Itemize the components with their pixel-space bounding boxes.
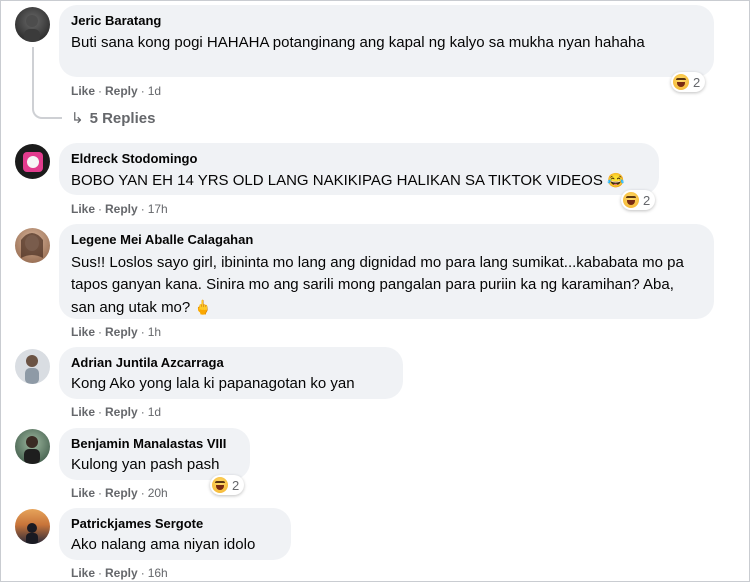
avatar-image — [25, 355, 39, 384]
haha-reaction-icon — [673, 74, 689, 90]
thread-connector — [32, 47, 62, 119]
reaction-count-badge[interactable]: 2 — [621, 190, 656, 210]
reply-link[interactable]: Reply — [105, 202, 138, 216]
reply-link[interactable]: Reply — [105, 405, 138, 419]
comment-author[interactable]: Adrian Juntila Azcarraga — [71, 355, 391, 371]
comment-time[interactable]: 1d — [148, 405, 161, 419]
comment-bubble: Benjamin Manalastas VIII Kulong yan pash… — [59, 428, 250, 480]
comment-text: Kulong yan pash pash — [71, 456, 220, 473]
comment-bubble: Eldreck Stodomingo BOBO YAN EH 14 YRS OL… — [59, 143, 659, 195]
comment-bubble: Adrian Juntila Azcarraga Kong Ako yong l… — [59, 347, 403, 399]
comment-author[interactable]: Patrickjames Sergote — [71, 516, 279, 532]
comment-time[interactable]: 16h — [148, 566, 168, 580]
like-link[interactable]: Like — [71, 84, 95, 98]
avatar-image — [26, 523, 38, 544]
like-link[interactable]: Like — [71, 486, 95, 500]
comment-text: Buti sana kong pogi HAHAHA potanginang a… — [71, 34, 645, 51]
comment-time[interactable]: 17h — [148, 202, 168, 216]
reply-link[interactable]: Reply — [105, 566, 138, 580]
like-link[interactable]: Like — [71, 566, 95, 580]
tears-of-joy-emoji: 😂 — [607, 172, 625, 188]
avatar[interactable] — [15, 228, 50, 263]
avatar[interactable] — [15, 7, 50, 42]
comment-actions: Like · Reply · 17h — [71, 202, 168, 216]
reaction-count: 2 — [643, 192, 651, 208]
comment-text-body: BOBO YAN EH 14 YRS OLD LANG NAKIKIPAG HA… — [71, 172, 603, 189]
like-link[interactable]: Like — [71, 325, 95, 339]
reply-link[interactable]: Reply — [105, 486, 138, 500]
comment-actions: Like · Reply · 16h — [71, 566, 168, 580]
comment-author[interactable]: Legene Mei Aballe Calagahan — [71, 232, 702, 248]
comment-text: BOBO YAN EH 14 YRS OLD LANG NAKIKIPAG HA… — [71, 170, 647, 191]
comment-bubble: Patrickjames Sergote Ako nalang ama niya… — [59, 508, 291, 560]
view-replies-link[interactable]: ↳ 5 Replies — [71, 109, 155, 127]
comment-author[interactable]: Eldreck Stodomingo — [71, 151, 647, 167]
avatar[interactable] — [15, 144, 50, 179]
haha-reaction-icon — [623, 192, 639, 208]
comment-text: Kong Ako yong lala ki papanagotan ko yan — [71, 375, 355, 392]
middle-finger-emoji: 🖕 — [194, 299, 212, 315]
reply-link[interactable]: Reply — [105, 84, 138, 98]
replies-label: 5 Replies — [89, 110, 156, 127]
avatar-image — [21, 233, 43, 258]
comment-time[interactable]: 1h — [148, 325, 161, 339]
avatar[interactable] — [15, 509, 50, 544]
reaction-count: 2 — [232, 477, 240, 493]
comment-time[interactable]: 20h — [148, 486, 168, 500]
like-link[interactable]: Like — [71, 202, 95, 216]
comment-text: Sus!! Loslos sayo girl, ibininta mo lang… — [71, 252, 702, 319]
comment-text-body: Sus!! Loslos sayo girl, ibininta mo lang… — [71, 254, 684, 316]
comment-actions: Like · Reply · 1d — [71, 84, 162, 98]
like-link[interactable]: Like — [71, 405, 95, 419]
avatar[interactable] — [15, 349, 50, 384]
haha-reaction-icon — [212, 477, 228, 493]
comment-author[interactable]: Benjamin Manalastas VIII — [71, 436, 238, 452]
comment-bubble: Legene Mei Aballe Calagahan Sus!! Loslos… — [59, 224, 714, 319]
reaction-count-badge[interactable]: 2 — [671, 72, 706, 92]
reaction-count: 2 — [693, 74, 701, 90]
comment-actions: Like · Reply · 20h — [71, 486, 168, 500]
comment-actions: Like · Reply · 1d — [71, 405, 162, 419]
comment-actions: Like · Reply · 1h — [71, 325, 162, 339]
comment-text: Ako nalang ama niyan idolo — [71, 536, 256, 553]
comment-author[interactable]: Jeric Baratang — [71, 13, 702, 29]
avatar-image — [24, 15, 40, 42]
comment-bubble: Jeric Baratang Buti sana kong pogi HAHAH… — [59, 5, 714, 77]
comment-time[interactable]: 1d — [148, 84, 161, 98]
avatar-image — [24, 436, 40, 464]
reply-arrow-icon: ↳ — [71, 110, 84, 127]
reaction-count-badge[interactable]: 2 — [210, 475, 245, 495]
reply-link[interactable]: Reply — [105, 325, 138, 339]
avatar[interactable] — [15, 429, 50, 464]
avatar-image — [23, 152, 43, 172]
